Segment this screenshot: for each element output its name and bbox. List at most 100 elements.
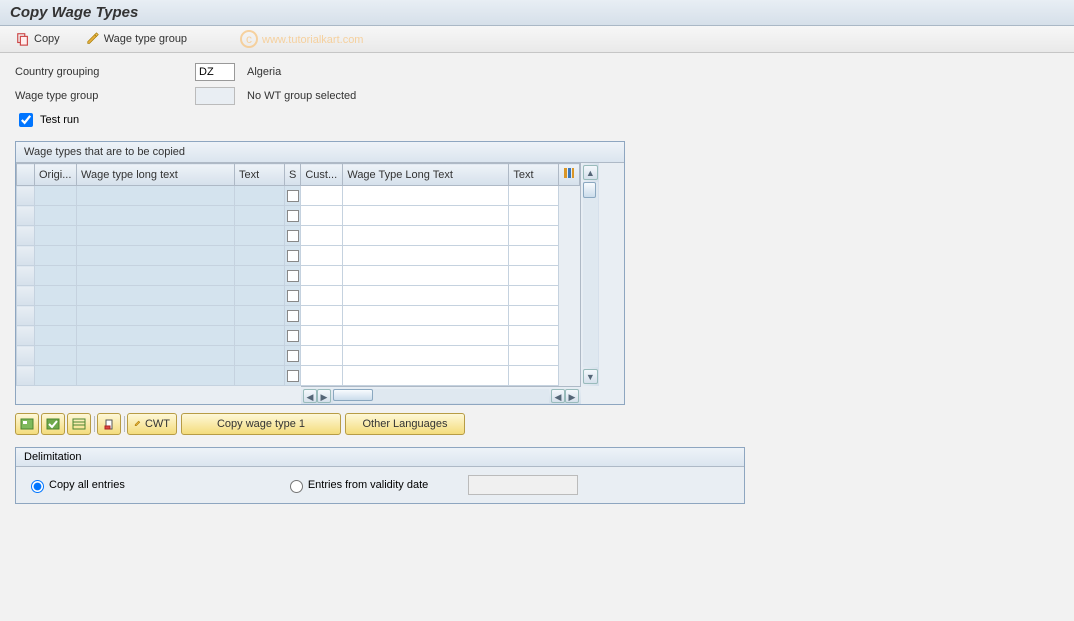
vertical-scrollbar[interactable]: ▲ ▼ (580, 163, 599, 386)
cell-long2[interactable] (343, 366, 509, 386)
icon-button-delete[interactable] (97, 413, 121, 435)
wage-type-group-input[interactable] (195, 87, 235, 105)
row-selector[interactable] (17, 206, 35, 226)
cell-cust[interactable] (301, 346, 343, 366)
cell-s[interactable] (285, 346, 301, 366)
table-row[interactable] (17, 346, 580, 366)
cell-s[interactable] (285, 206, 301, 226)
cell-s[interactable] (285, 266, 301, 286)
cell-cust[interactable] (301, 306, 343, 326)
col-long2[interactable]: Wage Type Long Text (343, 164, 509, 186)
cell-cust[interactable] (301, 326, 343, 346)
scroll-down-icon[interactable]: ▼ (583, 369, 598, 384)
scroll-left2-icon[interactable]: ◀ (551, 389, 565, 403)
cell-text2[interactable] (509, 306, 559, 326)
cell-s[interactable] (285, 326, 301, 346)
row-selector[interactable] (17, 326, 35, 346)
cell-s[interactable] (285, 286, 301, 306)
cell-long1[interactable] (77, 346, 235, 366)
cell-long2[interactable] (343, 226, 509, 246)
cell-text2[interactable] (509, 226, 559, 246)
cell-cust[interactable] (301, 366, 343, 386)
cell-long1[interactable] (77, 366, 235, 386)
table-row[interactable] (17, 306, 580, 326)
row-selector[interactable] (17, 286, 35, 306)
table-row[interactable] (17, 206, 580, 226)
table-row[interactable] (17, 366, 580, 386)
cell-orig[interactable] (35, 286, 77, 306)
cell-text1[interactable] (235, 286, 285, 306)
cell-long1[interactable] (77, 266, 235, 286)
cell-orig[interactable] (35, 206, 77, 226)
cell-long1[interactable] (77, 206, 235, 226)
scroll-up-icon[interactable]: ▲ (583, 165, 598, 180)
cell-s[interactable] (285, 226, 301, 246)
table-row[interactable] (17, 266, 580, 286)
cell-long1[interactable] (77, 186, 235, 206)
cell-text1[interactable] (235, 246, 285, 266)
cell-text1[interactable] (235, 366, 285, 386)
row-selector[interactable] (17, 226, 35, 246)
table-row[interactable] (17, 326, 580, 346)
cell-long1[interactable] (77, 226, 235, 246)
country-grouping-input[interactable] (195, 63, 235, 81)
cell-text2[interactable] (509, 206, 559, 226)
cell-long2[interactable] (343, 266, 509, 286)
cell-text1[interactable] (235, 206, 285, 226)
cell-text1[interactable] (235, 186, 285, 206)
wage-type-group-button[interactable]: Wage type group (78, 30, 195, 48)
cell-cust[interactable] (301, 246, 343, 266)
cell-cust[interactable] (301, 226, 343, 246)
horizontal-scrollbar[interactable]: ◀ ▶ ◀ ▶ (301, 386, 581, 404)
copy-wage-type-1-button[interactable]: Copy wage type 1 (181, 413, 341, 435)
cell-cust[interactable] (301, 186, 343, 206)
radio-copy-all[interactable]: Copy all entries (26, 477, 125, 493)
cell-text2[interactable] (509, 246, 559, 266)
cell-cust[interactable] (301, 266, 343, 286)
grid-corner[interactable] (17, 164, 35, 186)
cell-text2[interactable] (509, 346, 559, 366)
radio-copy-all-input[interactable] (31, 480, 44, 493)
col-s[interactable]: S (285, 164, 301, 186)
cell-long2[interactable] (343, 246, 509, 266)
col-orig[interactable]: Origi... (35, 164, 77, 186)
cell-s[interactable] (285, 186, 301, 206)
icon-button-3[interactable] (67, 413, 91, 435)
scroll-left-icon[interactable]: ◀ (303, 389, 317, 403)
other-languages-button[interactable]: Other Languages (345, 413, 465, 435)
cell-cust[interactable] (301, 206, 343, 226)
table-row[interactable] (17, 186, 580, 206)
cell-s[interactable] (285, 306, 301, 326)
cell-text1[interactable] (235, 326, 285, 346)
cell-text1[interactable] (235, 226, 285, 246)
row-selector[interactable] (17, 346, 35, 366)
cell-long1[interactable] (77, 286, 235, 306)
cell-orig[interactable] (35, 326, 77, 346)
cwt-button[interactable]: CWT (127, 413, 177, 435)
cell-long1[interactable] (77, 246, 235, 266)
cell-long2[interactable] (343, 326, 509, 346)
cell-orig[interactable] (35, 186, 77, 206)
cell-long2[interactable] (343, 346, 509, 366)
copy-button[interactable]: Copy (8, 30, 68, 48)
row-selector[interactable] (17, 246, 35, 266)
col-text2[interactable]: Text (509, 164, 559, 186)
cell-long1[interactable] (77, 326, 235, 346)
cell-orig[interactable] (35, 366, 77, 386)
cell-cust[interactable] (301, 286, 343, 306)
cell-text1[interactable] (235, 306, 285, 326)
icon-button-2[interactable] (41, 413, 65, 435)
col-text1[interactable]: Text (235, 164, 285, 186)
validity-date-input[interactable] (468, 475, 578, 495)
row-selector[interactable] (17, 306, 35, 326)
table-row[interactable] (17, 226, 580, 246)
cell-long2[interactable] (343, 306, 509, 326)
cell-long2[interactable] (343, 186, 509, 206)
cell-s[interactable] (285, 366, 301, 386)
cell-orig[interactable] (35, 226, 77, 246)
cell-long2[interactable] (343, 206, 509, 226)
cell-text2[interactable] (509, 326, 559, 346)
cell-s[interactable] (285, 246, 301, 266)
table-row[interactable] (17, 246, 580, 266)
cell-text2[interactable] (509, 266, 559, 286)
